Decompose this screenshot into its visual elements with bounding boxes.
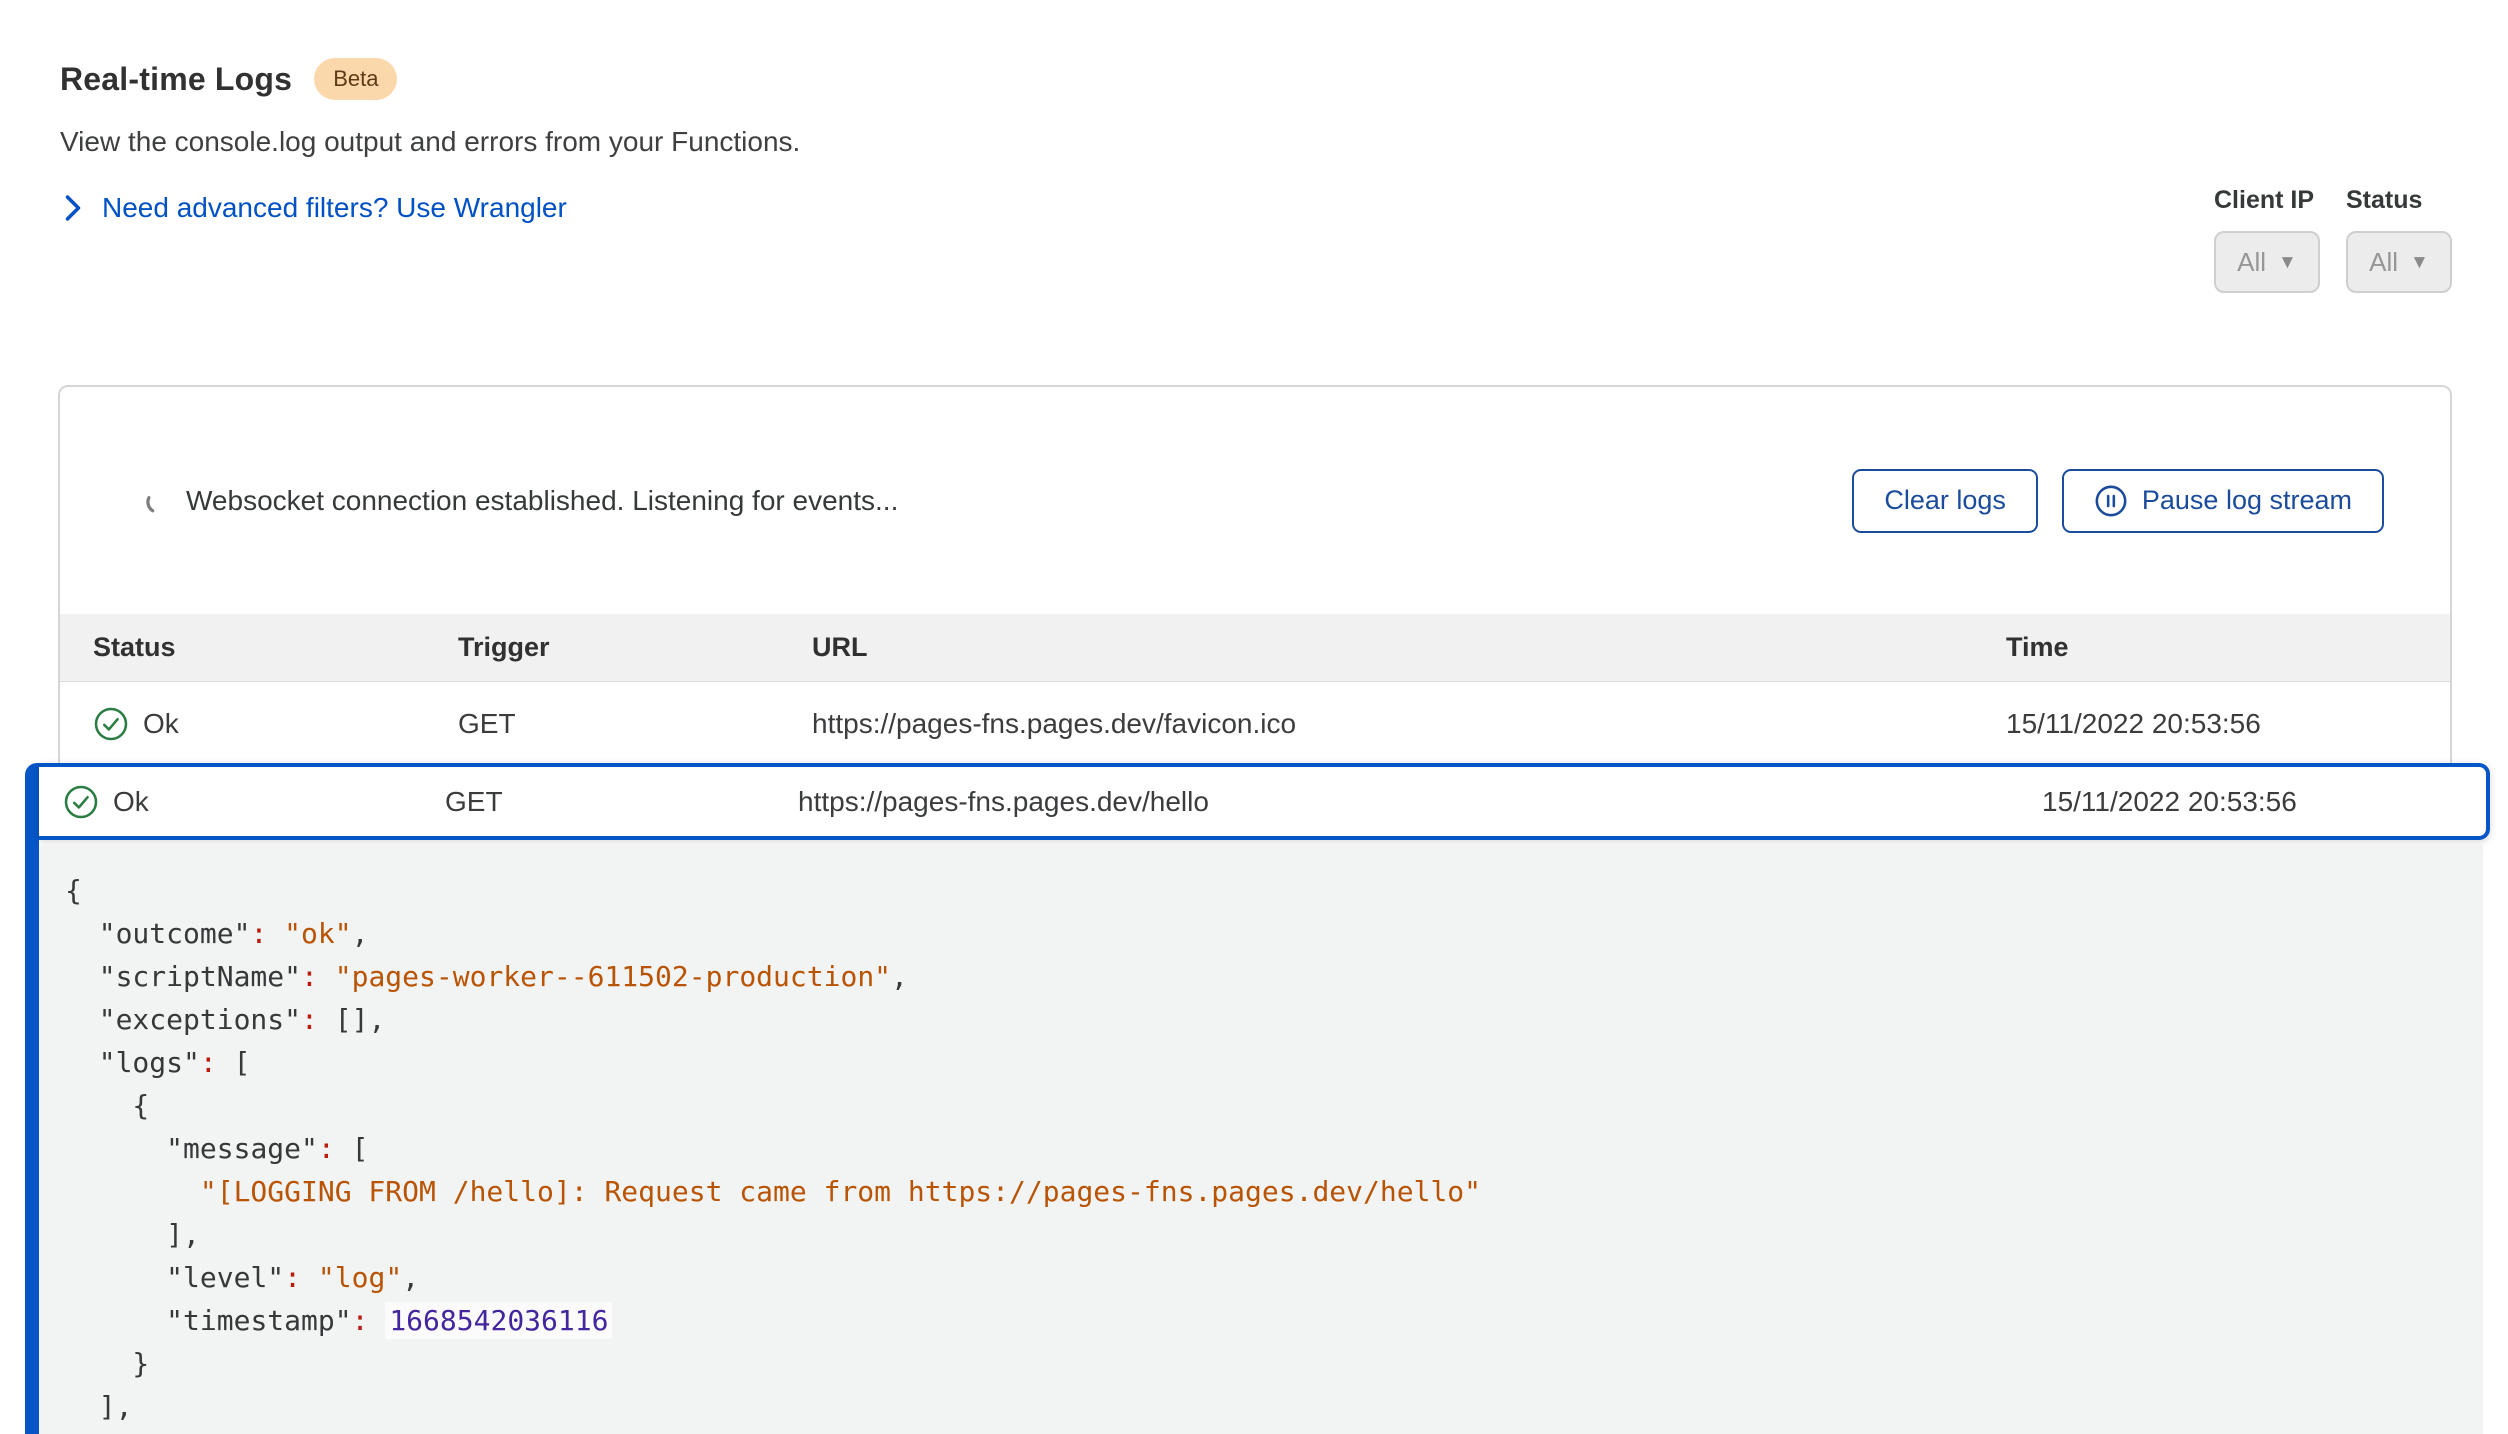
- row-url-cell: https://pages-fns.pages.dev/hello: [798, 786, 2042, 818]
- row-status-text: Ok: [113, 786, 149, 818]
- realtime-logs-page: Real-time Logs Beta View the console.log…: [0, 0, 2508, 1434]
- client-ip-filter-group: Client IP All ▼: [2214, 186, 2320, 293]
- client-ip-filter-label: Client IP: [2214, 186, 2320, 215]
- logs-card: Websocket connection established. Listen…: [58, 385, 2452, 766]
- row-status-text: Ok: [143, 708, 179, 740]
- client-ip-filter-dropdown[interactable]: All ▼: [2214, 231, 2320, 293]
- spinner-icon: [144, 486, 170, 516]
- row-trigger-cell: GET: [445, 786, 798, 818]
- wrangler-link[interactable]: Need advanced filters? Use Wrangler: [60, 192, 800, 224]
- header-trigger: Trigger: [458, 632, 812, 663]
- wrangler-link-text[interactable]: Need advanced filters? Use Wrangler: [102, 192, 567, 224]
- expanded-log-entry: Ok GET https://pages-fns.pages.dev/hello…: [25, 763, 2490, 1434]
- page-header: Real-time Logs Beta View the console.log…: [60, 58, 800, 224]
- row-url-cell: https://pages-fns.pages.dev/favicon.ico: [812, 708, 2006, 740]
- client-ip-filter-value: All: [2237, 247, 2266, 278]
- header-status: Status: [93, 632, 458, 663]
- websocket-status-message: Websocket connection established. Listen…: [186, 485, 898, 517]
- log-filters: Client IP All ▼ Status All ▼: [2214, 186, 2452, 293]
- row-time-cell: 15/11/2022 20:53:56: [2042, 786, 2462, 818]
- logs-toolbar: Websocket connection established. Listen…: [60, 387, 2450, 614]
- row-time-cell: 15/11/2022 20:53:56: [2006, 708, 2426, 740]
- toolbar-buttons: Clear logs Pause log stream: [1852, 469, 2384, 533]
- status-filter-dropdown[interactable]: All ▼: [2346, 231, 2452, 293]
- status-filter-label: Status: [2346, 186, 2452, 215]
- check-circle-icon: [93, 706, 129, 742]
- pause-log-stream-button[interactable]: Pause log stream: [2062, 469, 2384, 533]
- page-title: Real-time Logs: [60, 61, 292, 98]
- chevron-down-icon: ▼: [2278, 253, 2297, 272]
- status-filter-group: Status All ▼: [2346, 186, 2452, 293]
- check-circle-icon: [63, 784, 99, 820]
- chevron-down-icon: ▼: [2410, 253, 2429, 272]
- beta-badge: Beta: [314, 58, 397, 100]
- log-detail-panel: { "outcome": "ok", "scriptName": "pages-…: [39, 845, 2483, 1434]
- row-status-cell: Ok: [63, 784, 445, 820]
- row-status-cell: Ok: [93, 706, 458, 742]
- chevron-right-icon: [60, 193, 86, 223]
- table-row[interactable]: Ok GET https://pages-fns.pages.dev/favic…: [60, 682, 2450, 766]
- table-header-row: Status Trigger URL Time: [60, 614, 2450, 682]
- header-time: Time: [2006, 632, 2426, 663]
- status-filter-value: All: [2369, 247, 2398, 278]
- row-trigger-cell: GET: [458, 708, 812, 740]
- pause-icon: [2094, 484, 2128, 518]
- log-detail-json: { "outcome": "ok", "scriptName": "pages-…: [65, 869, 2483, 1428]
- pause-log-stream-label: Pause log stream: [2142, 485, 2352, 516]
- page-subtitle: View the console.log output and errors f…: [60, 126, 800, 158]
- clear-logs-button[interactable]: Clear logs: [1852, 469, 2038, 533]
- clear-logs-label: Clear logs: [1884, 485, 2006, 516]
- table-row-selected[interactable]: Ok GET https://pages-fns.pages.dev/hello…: [39, 763, 2490, 840]
- header-url: URL: [812, 632, 2006, 663]
